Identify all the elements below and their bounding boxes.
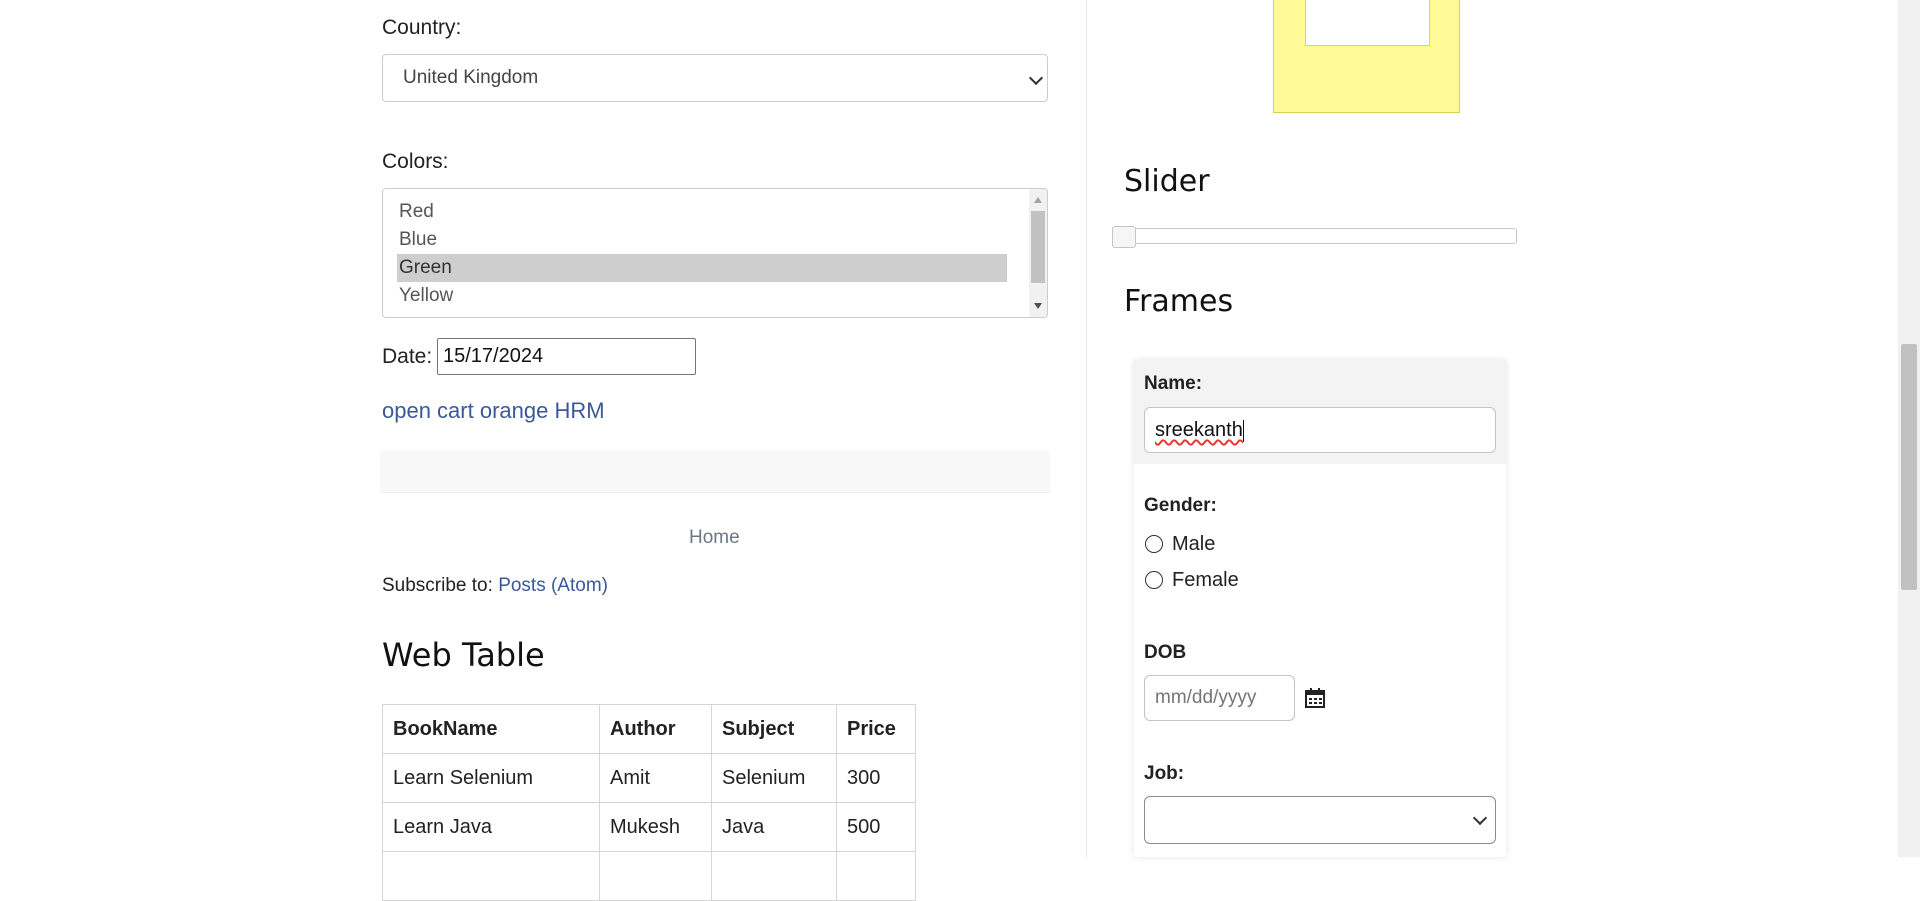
frame-container: Name: sreekanth Gender: Male Female DOB … (1134, 360, 1506, 857)
scrollbar-thumb[interactable] (1031, 211, 1045, 283)
date-label: Date: (382, 345, 433, 368)
posts-atom-link[interactable]: Posts (Atom) (498, 575, 608, 596)
colors-option-green[interactable]: Green (397, 254, 1007, 282)
country-label: Country: (382, 16, 462, 39)
table-cell: Learn Java (382, 802, 600, 852)
table-row (382, 851, 916, 901)
radio-male[interactable] (1145, 535, 1163, 553)
table-row: Learn Selenium Amit Selenium 300 (382, 753, 916, 803)
name-input[interactable]: sreekanth (1144, 407, 1496, 453)
table-header-row: BookName Author Subject Price (382, 704, 916, 754)
table-header-bookname: BookName (382, 704, 600, 754)
colors-scrollbar[interactable] (1029, 189, 1047, 317)
subscribe-line: Subscribe to: Posts (Atom) (382, 575, 608, 597)
web-table: BookName Author Subject Price Learn Sele… (382, 704, 916, 901)
open-cart-orange-hrm-link[interactable]: open cart orange HRM (382, 398, 605, 424)
frames-title: Frames (1124, 284, 1234, 319)
table-cell: Java (711, 802, 837, 852)
calendar-icon[interactable] (1304, 687, 1326, 709)
name-input-value: sreekanth (1155, 419, 1243, 441)
radio-female-label: Female (1172, 569, 1239, 591)
blog-pager-bar (380, 450, 1050, 493)
chevron-down-icon (1472, 810, 1488, 826)
table-header-price: Price (836, 704, 916, 754)
page-scrollbar[interactable] (1898, 0, 1920, 857)
date-input[interactable]: 15/17/2024 (437, 338, 696, 375)
job-select[interactable] (1144, 796, 1496, 844)
scroll-down-arrow-icon[interactable] (1034, 303, 1042, 309)
radio-male-label: Male (1172, 533, 1216, 555)
table-cell: 300 (836, 753, 916, 803)
table-cell: Learn Selenium (382, 753, 600, 803)
table-cell: 500 (836, 802, 916, 852)
colors-option-red[interactable]: Red (397, 198, 1007, 226)
column-divider (1086, 0, 1087, 857)
name-label: Name: (1144, 373, 1203, 394)
colors-listbox[interactable]: Red Blue Green Yellow (382, 188, 1048, 318)
table-header-author: Author (599, 704, 712, 754)
web-table-title: Web Table (382, 636, 545, 674)
radio-female[interactable] (1145, 571, 1163, 589)
table-cell: Amit (599, 753, 712, 803)
colors-option-blue[interactable]: Blue (397, 226, 1007, 254)
country-select-value: United Kingdom (403, 67, 539, 88)
table-cell: Mukesh (599, 802, 712, 852)
slider-title: Slider (1124, 164, 1210, 199)
droppable-box[interactable] (1273, 0, 1460, 113)
text-cursor (1242, 419, 1244, 442)
dob-input[interactable] (1144, 675, 1295, 721)
home-link[interactable]: Home (689, 527, 740, 549)
page-scrollbar-thumb[interactable] (1901, 344, 1917, 590)
colors-label: Colors: (382, 150, 449, 173)
gender-label: Gender: (1144, 495, 1217, 516)
draggable-box[interactable] (1305, 0, 1430, 46)
dob-label: DOB (1144, 642, 1187, 663)
table-cell: Selenium (711, 753, 837, 803)
subscribe-prefix: Subscribe to: (382, 575, 493, 596)
slider-track[interactable] (1112, 228, 1517, 244)
job-label: Job: (1144, 763, 1185, 784)
chevron-down-icon (1028, 70, 1044, 86)
table-row: Learn Java Mukesh Java 500 (382, 802, 916, 852)
colors-option-yellow[interactable]: Yellow (397, 282, 1007, 310)
slider-handle[interactable] (1112, 226, 1136, 248)
scroll-up-arrow-icon[interactable] (1034, 197, 1042, 203)
country-select[interactable]: United Kingdom (382, 54, 1048, 102)
table-header-subject: Subject (711, 704, 837, 754)
